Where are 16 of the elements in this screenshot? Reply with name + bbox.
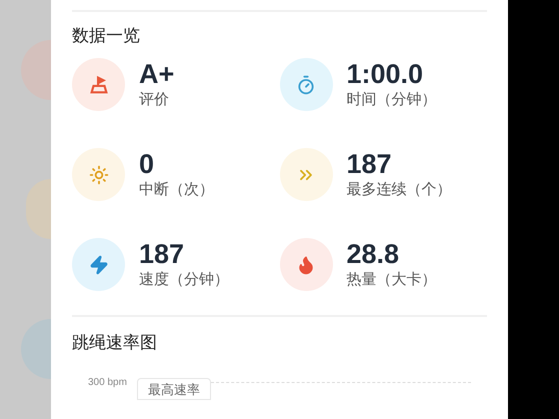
chart-tooltip: 最高速率 — [136, 378, 211, 400]
stat-value: 0 — [139, 149, 156, 180]
stat-label: 中断（次） — [139, 180, 214, 200]
stat-value: A+ — [139, 59, 174, 90]
stat-value: 1:00.0 — [346, 59, 424, 90]
section-title: 数据一览 — [72, 25, 141, 47]
stat-value: 187 — [346, 149, 393, 180]
stat-value: 28.8 — [346, 239, 400, 270]
section-title: 跳绳速率图 — [72, 332, 158, 354]
stat-label: 热量（大卡） — [346, 270, 436, 290]
stat-label: 评价 — [139, 90, 170, 110]
stat-value: 187 — [139, 239, 186, 270]
stat-label: 最多连续（个） — [346, 180, 452, 200]
stat-label: 速度（分钟） — [139, 270, 229, 290]
stat-label: 时间（分钟） — [346, 90, 436, 110]
axis-label: 300 bpm — [88, 376, 127, 390]
